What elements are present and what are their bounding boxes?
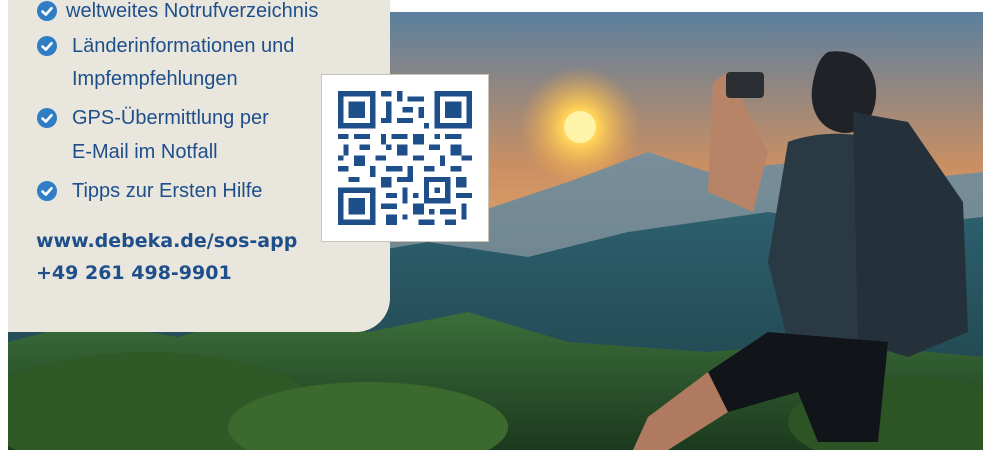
check-circle-icon xyxy=(37,181,57,201)
feature-item: Tipps zur Ersten Hilfe xyxy=(72,180,263,202)
feature-item: Länderinformationen und xyxy=(72,35,295,57)
feature-item: weltweites Notrufverzeichnis xyxy=(66,0,319,22)
qr-code-icon xyxy=(338,91,472,225)
qr-code[interactable] xyxy=(321,74,489,242)
check-circle-icon xyxy=(37,108,57,128)
check-circle-icon xyxy=(37,1,57,21)
check-circle-icon xyxy=(37,36,57,56)
feature-item-continuation: E-Mail im Notfall xyxy=(72,141,218,163)
feature-item: GPS-Übermittlung per xyxy=(72,107,269,129)
feature-item-continuation: Impfempfehlungen xyxy=(72,68,238,90)
website-link[interactable]: www.debeka.de/sos-app xyxy=(36,230,297,252)
phone-number[interactable]: +49 261 498-9901 xyxy=(36,262,232,284)
